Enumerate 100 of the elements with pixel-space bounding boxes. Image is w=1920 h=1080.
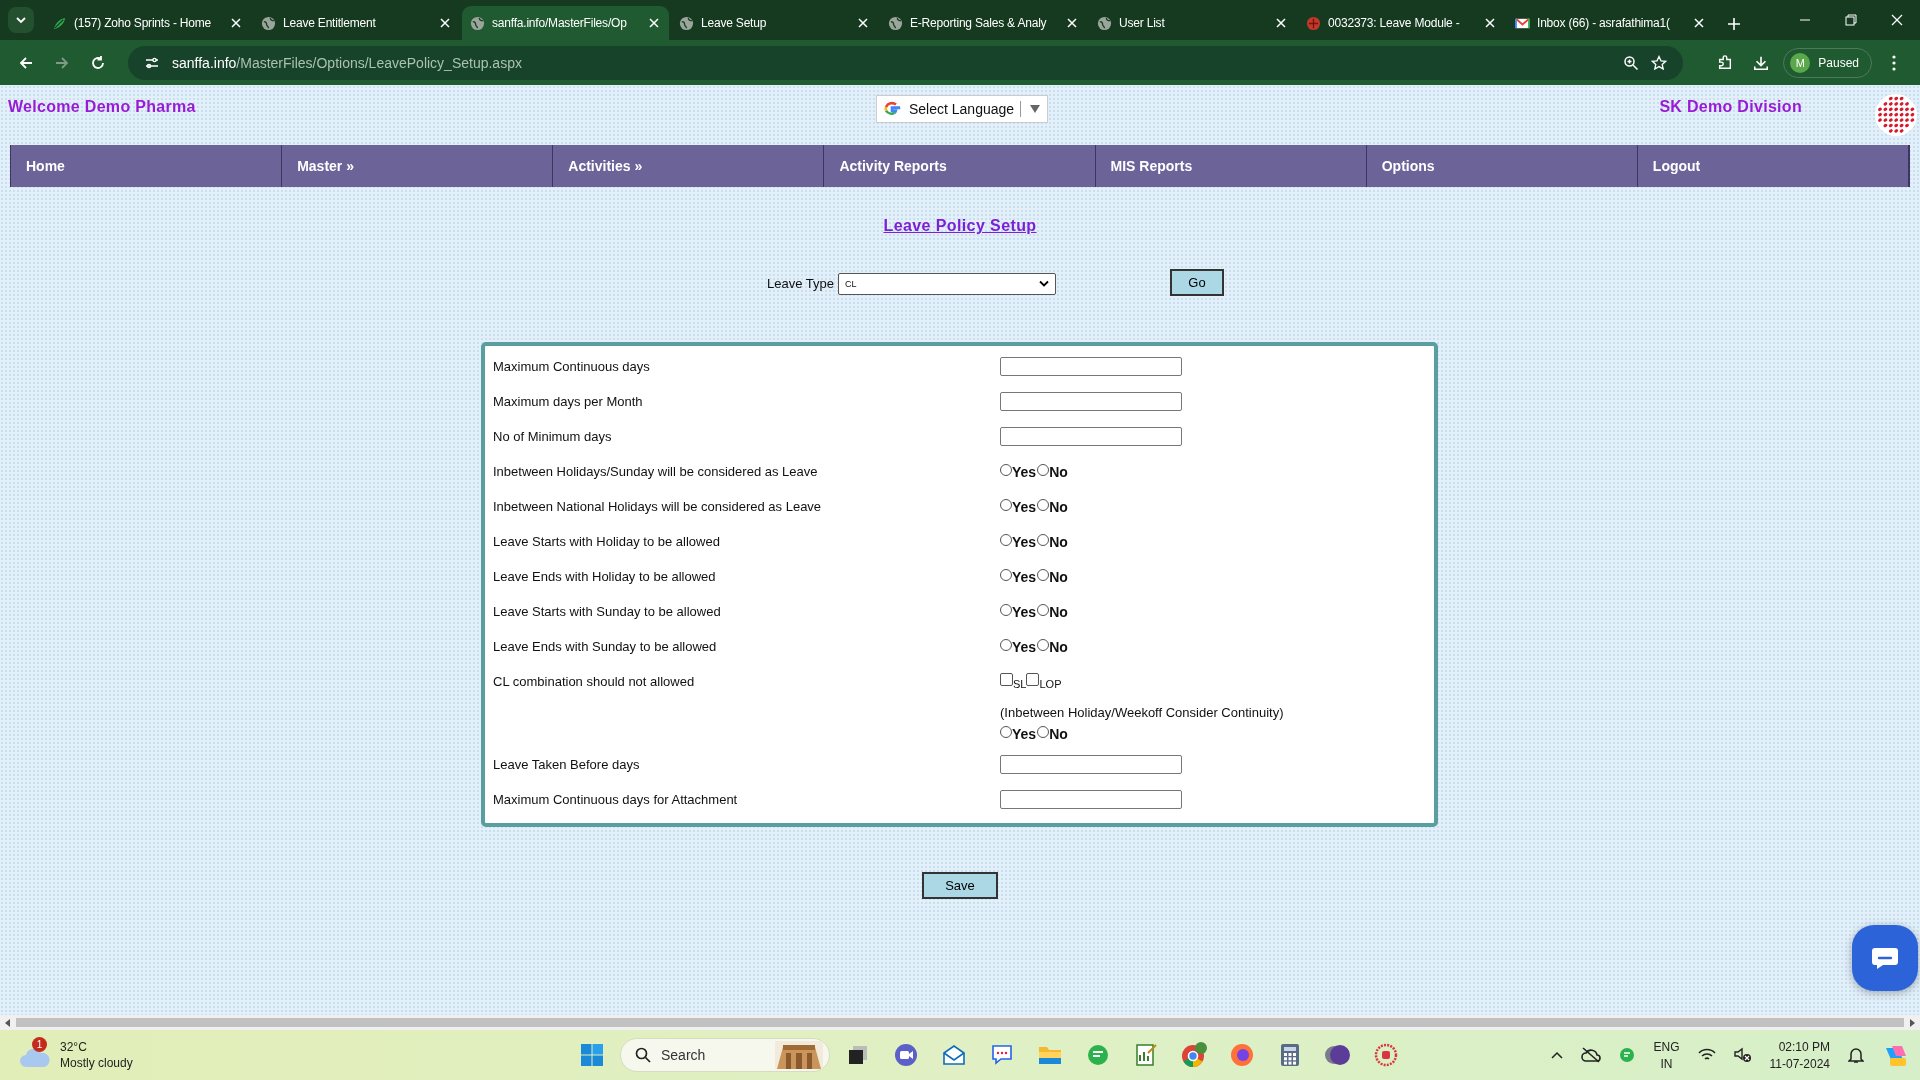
radio-button[interactable] (1037, 568, 1050, 581)
input-field[interactable] (1000, 357, 1182, 376)
radio-button[interactable] (1037, 638, 1050, 651)
globe-icon (1097, 15, 1112, 31)
radio-label[interactable]: No (1049, 498, 1068, 515)
browser-tab[interactable]: Inbox (66) - asrafathima1( (1507, 6, 1714, 40)
close-icon (1694, 18, 1704, 28)
radio-label[interactable]: Yes (1012, 638, 1037, 655)
chevron-up-icon[interactable] (1551, 1051, 1564, 1059)
radio-label[interactable]: Yes (1012, 603, 1037, 620)
bell-icon[interactable] (1848, 1046, 1864, 1064)
close-tab-button[interactable] (1692, 16, 1706, 30)
go-button[interactable]: Go (1170, 269, 1224, 296)
save-button[interactable]: Save (922, 872, 998, 899)
cloud-off-icon[interactable] (1581, 1047, 1602, 1063)
radio-label[interactable]: No (1049, 638, 1068, 655)
radio-label[interactable]: No (1049, 725, 1068, 742)
browser-tab[interactable]: (157) Zoho Sprints - Home (44, 6, 251, 40)
video-camera-icon (894, 1043, 918, 1067)
nav-item[interactable]: Home (10, 145, 282, 187)
radio-button[interactable] (1000, 603, 1012, 616)
radio-label[interactable]: Yes (1012, 533, 1037, 550)
close-tab-button[interactable] (1483, 16, 1497, 30)
radio-button[interactable] (1000, 725, 1012, 738)
close-tab-button[interactable] (856, 16, 870, 30)
radio-label[interactable]: No (1049, 603, 1068, 620)
page-title-link[interactable]: Leave Policy Setup (883, 217, 1037, 235)
radio-button[interactable] (1000, 463, 1012, 476)
radio-button[interactable] (1000, 533, 1012, 546)
star-icon[interactable] (1651, 54, 1668, 71)
language-selector[interactable]: Select Language (876, 95, 1049, 123)
field-label: Maximum days per Month (493, 394, 643, 409)
temperature-text: 32°C (60, 1040, 88, 1054)
browser-tab[interactable]: User List (1089, 6, 1296, 40)
field-label: Inbetween National Holidays will be considered as Leave (493, 499, 822, 514)
close-icon (1485, 18, 1495, 28)
weather-widget[interactable]: 1 32°C Mostly cloudy (18, 1040, 418, 1070)
nav-item[interactable]: Activities » (552, 145, 824, 187)
nav-item[interactable]: MIS Reports (1094, 145, 1366, 187)
close-tab-button[interactable] (647, 16, 661, 30)
radio-label[interactable]: No (1049, 533, 1068, 550)
nav-item[interactable]: Options (1365, 145, 1637, 187)
horizontal-scrollbar[interactable] (0, 1015, 1920, 1030)
radio-button[interactable] (1037, 533, 1050, 546)
close-tab-button[interactable] (1065, 16, 1079, 30)
browser-tab[interactable]: 0032373: Leave Module - (1298, 6, 1505, 40)
radio-label[interactable]: Yes (1012, 725, 1037, 742)
notification-badge: 1 (32, 1037, 47, 1052)
close-tab-button[interactable] (229, 16, 243, 30)
chat-bubble-icon (990, 1043, 1014, 1067)
field-label: No of Minimum days (493, 429, 612, 444)
field-label: Leave Starts with Holiday to be allowed (493, 534, 720, 549)
leaf-icon (52, 15, 67, 31)
puzzle-icon (1717, 53, 1734, 72)
radio-label[interactable]: No (1049, 463, 1068, 480)
speaker-muted-icon[interactable] (1733, 1047, 1752, 1063)
chevron-down-icon (1039, 279, 1049, 288)
close-tab-button[interactable] (1274, 16, 1288, 30)
checkbox-label[interactable]: SL (1013, 677, 1027, 690)
leave-type-label: Leave Type (767, 276, 834, 291)
checkbox[interactable] (1026, 673, 1040, 686)
radio-button[interactable] (1000, 498, 1012, 511)
nav-item[interactable]: Logout (1636, 145, 1908, 187)
browser-tab[interactable]: Leave Setup (671, 6, 878, 40)
checkbox[interactable] (1000, 673, 1013, 686)
nav-item[interactable]: Master » (281, 145, 553, 187)
radio-label[interactable]: Yes (1012, 568, 1037, 585)
radio-button[interactable] (1037, 725, 1050, 738)
task-view-icon (847, 1044, 869, 1066)
radio-button[interactable] (1037, 603, 1050, 616)
browser-tab[interactable]: Leave Entitlement (253, 6, 460, 40)
radio-button[interactable] (1000, 638, 1012, 651)
tab-search-button[interactable] (8, 7, 34, 33)
radio-label[interactable]: Yes (1012, 463, 1037, 480)
radio-label[interactable]: Yes (1012, 498, 1037, 515)
radio-button[interactable] (1037, 463, 1050, 476)
scroll-left-icon (4, 1018, 12, 1027)
browser-tab[interactable]: sanffa.info/MasterFiles/Op (462, 6, 669, 40)
radio-label[interactable]: No (1049, 568, 1068, 585)
close-tab-button[interactable] (438, 16, 452, 30)
leave-type-select[interactable]: CL (838, 272, 1056, 295)
nav-item[interactable]: Activity Reports (823, 145, 1095, 187)
wifi-icon[interactable] (1697, 1048, 1716, 1062)
radio-button[interactable] (1000, 568, 1012, 581)
input-language-indicator[interactable]: ENG IN (1653, 1039, 1680, 1071)
field-label: Inbetween Holidays/Sunday will be considered as Leave (493, 464, 818, 479)
chat-button[interactable] (1852, 925, 1918, 991)
input-field[interactable] (1000, 427, 1182, 446)
radio-button[interactable] (1037, 498, 1050, 511)
address-bar[interactable]: sanffa.info/MasterFiles/Options/LeavePolicy_Setup.aspx (128, 45, 1684, 80)
checkbox-label[interactable]: LOP (1039, 677, 1062, 690)
input-field[interactable] (1000, 755, 1182, 774)
clock[interactable]: 02:10 PM 11-07-2024 (1769, 1039, 1830, 1071)
taskbar-search-field[interactable]: Search (620, 1038, 830, 1072)
profile-button[interactable]: M Paused (1783, 47, 1872, 78)
close-icon (1276, 18, 1286, 28)
input-field[interactable] (1000, 392, 1182, 411)
zoom-icon[interactable] (1623, 54, 1640, 71)
browser-tab[interactable]: E-Reporting Sales & Analy (880, 6, 1087, 40)
input-field[interactable] (1000, 790, 1182, 809)
